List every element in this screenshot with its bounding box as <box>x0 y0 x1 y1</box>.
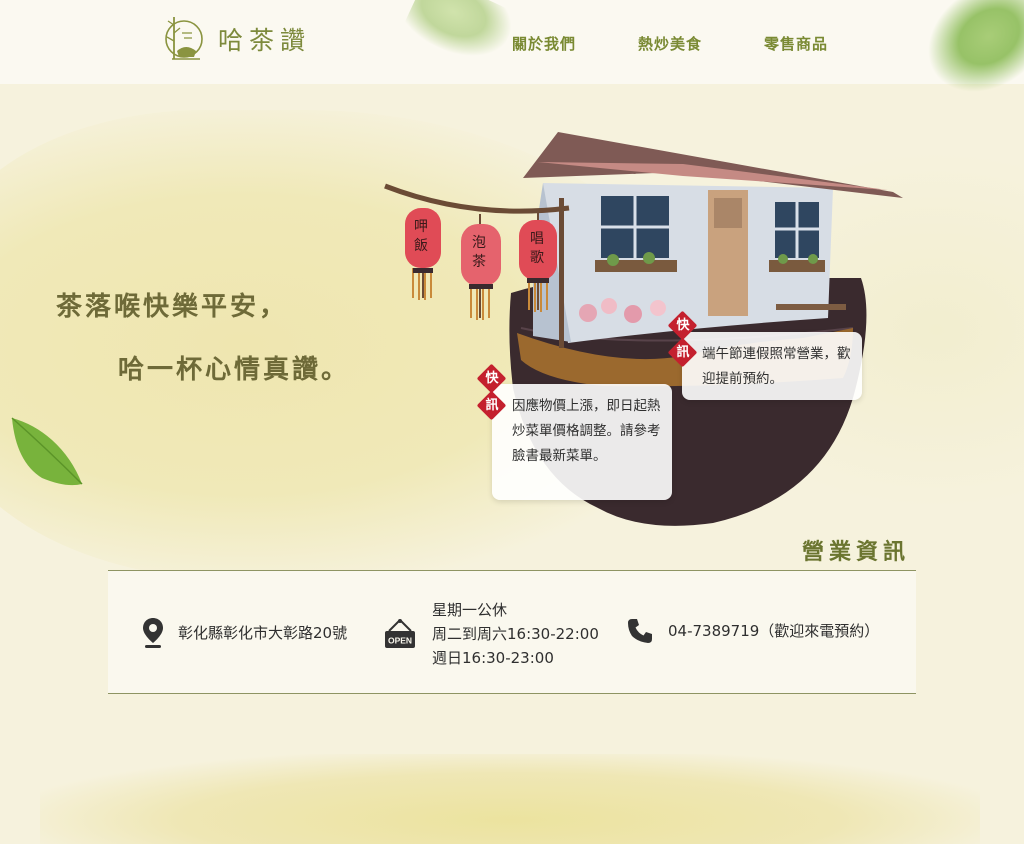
hero-slogan: 茶落喉快樂平安， 哈一杯心情真讚。 <box>56 286 350 386</box>
main-nav: 關於我們 熱炒美食 零售商品 <box>512 33 828 54</box>
badge-char: 快 <box>676 318 690 333</box>
badge-char: 訊 <box>485 398 499 413</box>
phone-text: 04-7389719（歡迎來電預約） <box>668 622 880 640</box>
hours-line: 星期一公休 <box>432 601 508 619</box>
business-info-panel: 彰化縣彰化市大彰路20號 OPEN 星期一公休 周二到周六16:30-22:00… <box>108 570 916 694</box>
hours-item: OPEN 星期一公休 周二到周六16:30-22:00 週日16:30-23:0… <box>384 598 599 670</box>
slogan-line-2: 哈一杯心情真讚。 <box>118 355 351 385</box>
open-sign-icon: OPEN <box>385 619 415 648</box>
lantern-text: 唱歌 <box>530 231 544 266</box>
lantern-label-3: 唱歌 <box>529 230 549 268</box>
hours-line: 周二到周六16:30-22:00 <box>432 625 599 643</box>
address-item: 彰化縣彰化市大彰路20號 <box>142 617 347 649</box>
badge-char: 訊 <box>676 345 690 360</box>
nav-item-retail[interactable]: 零售商品 <box>764 33 828 54</box>
news-notice-2[interactable]: 因應物價上漲，即日起熱炒菜單價格調整。請參考臉書最新菜單。 <box>492 384 672 500</box>
badge-char: 快 <box>485 371 499 386</box>
location-pin-icon <box>143 618 163 648</box>
hours-line: 週日16:30-23:00 <box>432 649 554 667</box>
phone-item[interactable]: 04-7389719（歡迎來電預約） <box>626 617 879 645</box>
tea-logo-icon <box>165 17 203 60</box>
leaf-icon <box>11 417 83 486</box>
nav-item-about[interactable]: 關於我們 <box>512 33 576 54</box>
nav-item-food[interactable]: 熱炒美食 <box>638 33 702 54</box>
lantern-label-2: 泡茶 <box>471 234 491 272</box>
phone-icon <box>628 619 652 643</box>
info-section-title: 營業資訊 <box>802 539 911 565</box>
leaf-decoration <box>401 0 519 73</box>
site-header: 哈茶讚 關於我們 熱炒美食 零售商品 <box>0 0 1024 116</box>
brand-name: 哈茶讚 <box>218 26 312 55</box>
news-badge: 快 訊 <box>476 363 507 422</box>
news-badge: 快 訊 <box>667 310 698 369</box>
slogan-line-1: 茶落喉快樂平安， <box>56 292 289 322</box>
news-notice-1[interactable]: 端午節連假照常營業，歡迎提前預約。 <box>682 332 862 400</box>
lantern-label-1: 呷飯 <box>413 218 433 256</box>
brand-logo[interactable]: 哈茶讚 <box>160 13 311 65</box>
lantern-text: 泡茶 <box>472 235 486 270</box>
open-sign-text: OPEN <box>388 636 412 646</box>
lantern-text: 呷飯 <box>414 219 428 254</box>
hours-list: 星期一公休 周二到周六16:30-22:00 週日16:30-23:00 <box>432 598 599 670</box>
address-text: 彰化縣彰化市大彰路20號 <box>178 624 348 642</box>
